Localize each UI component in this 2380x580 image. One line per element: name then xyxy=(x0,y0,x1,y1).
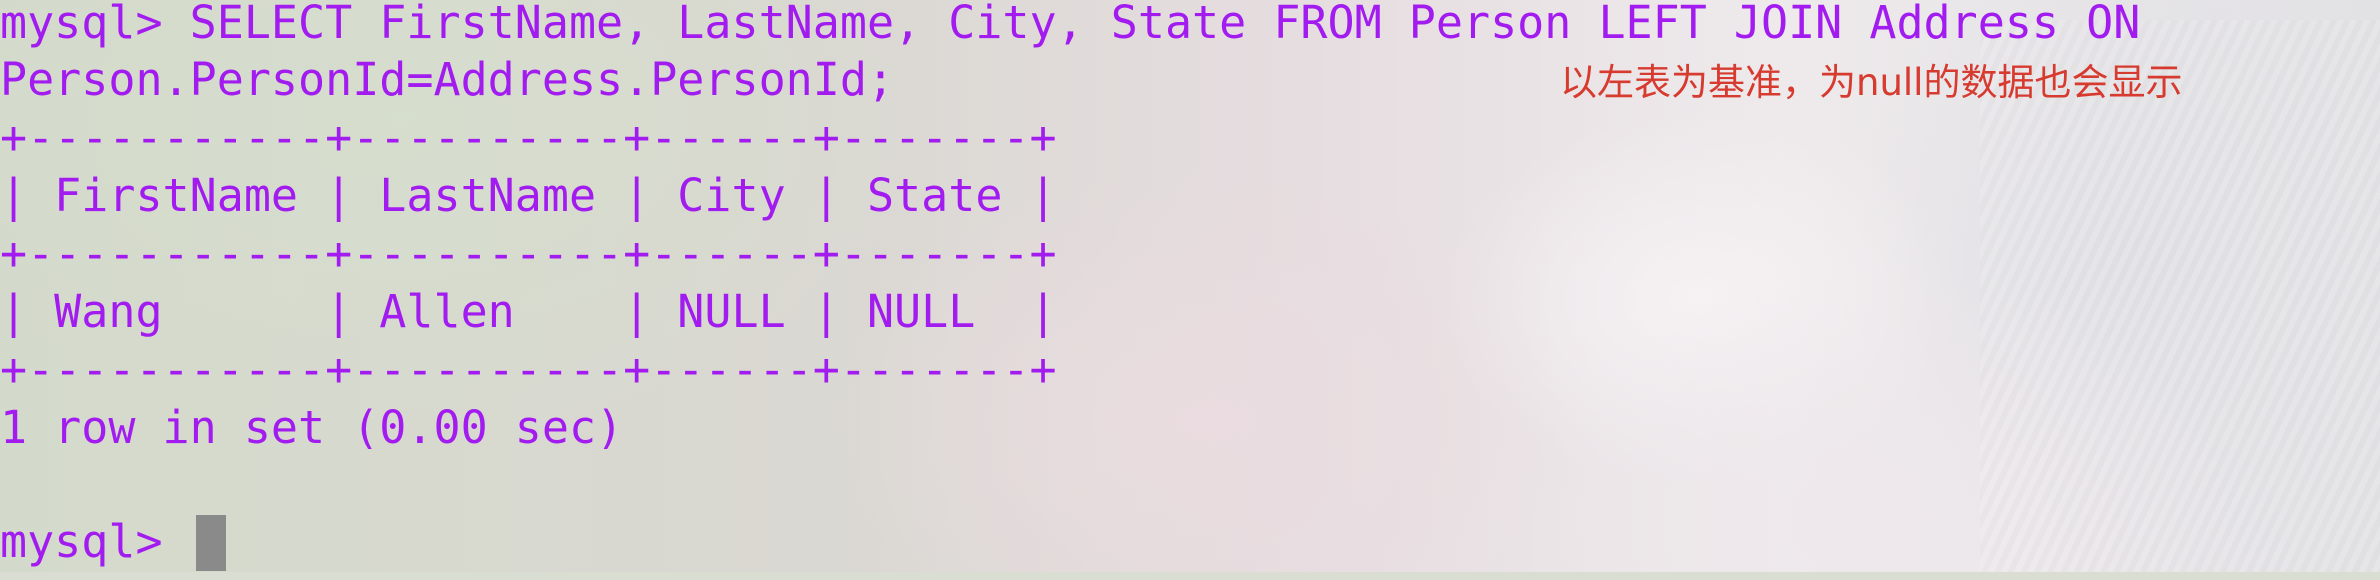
command-prompt-line[interactable]: mysql> xyxy=(0,513,226,571)
text-cursor xyxy=(195,515,226,571)
sql-query-line-2: Person.PersonId=Address.PersonId; xyxy=(0,53,895,106)
mysql-prompt: mysql> xyxy=(0,515,190,568)
table-header-row: | FirstName | LastName | City | State | xyxy=(0,169,1057,222)
sql-query-line-1: mysql> SELECT FirstName, LastName, City,… xyxy=(0,0,2141,49)
result-summary: 1 row in set (0.00 sec) xyxy=(0,401,624,454)
annotation-note: 以左表为基准，为null的数据也会显示 xyxy=(1560,61,2183,104)
table-border-bottom: +-----------+----------+------+-------+ xyxy=(0,343,1057,396)
table-row: | Wang | Allen | NULL | NULL | xyxy=(0,285,1057,338)
table-border-top: +-----------+----------+------+-------+ xyxy=(0,111,1057,164)
table-border-mid: +-----------+----------+------+-------+ xyxy=(0,227,1057,280)
